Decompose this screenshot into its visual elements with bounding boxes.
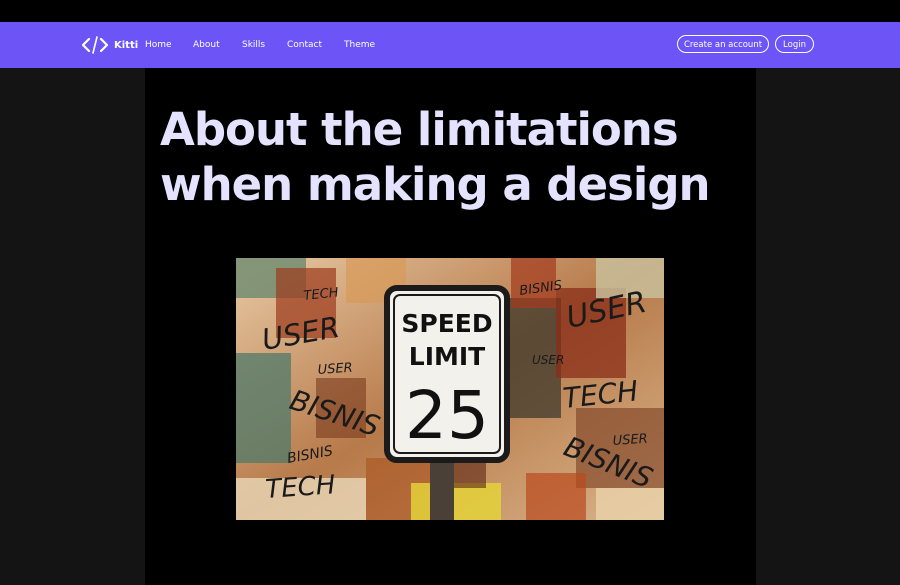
graffiti-word: USER <box>612 432 648 449</box>
graffiti-word: USER <box>317 361 353 378</box>
article-title: About the limitations when making a desi… <box>160 103 711 211</box>
create-account-button[interactable]: Create an account <box>677 35 769 53</box>
brand-logo[interactable]: Kitti <box>82 36 138 54</box>
window-top-strip <box>0 0 900 22</box>
speed-limit-graffiti-illustration: SPEED LIMIT 25 TECH USER USER BISNIS BIS… <box>236 258 664 520</box>
nav-home[interactable]: Home <box>145 39 172 51</box>
sign-line-speed: SPEED <box>401 309 492 338</box>
navbar: Kitti Home About Skills Contact Theme Cr… <box>0 22 900 68</box>
nav-theme[interactable]: Theme <box>344 39 375 51</box>
nav-skills[interactable]: Skills <box>242 39 265 51</box>
code-brackets-icon <box>82 36 108 54</box>
nav-about[interactable]: About <box>193 39 220 51</box>
sign-speed-number: 25 <box>405 377 489 454</box>
login-button[interactable]: Login <box>775 35 814 53</box>
brand-name: Kitti <box>114 39 139 51</box>
article-content: About the limitations when making a desi… <box>145 68 756 585</box>
hero-image: SPEED LIMIT 25 TECH USER USER BISNIS BIS… <box>236 258 664 520</box>
graffiti-word: USER <box>532 353 564 367</box>
nav-contact[interactable]: Contact <box>287 39 322 51</box>
sign-line-limit: LIMIT <box>409 342 485 371</box>
graffiti-word: TECH <box>264 470 336 505</box>
